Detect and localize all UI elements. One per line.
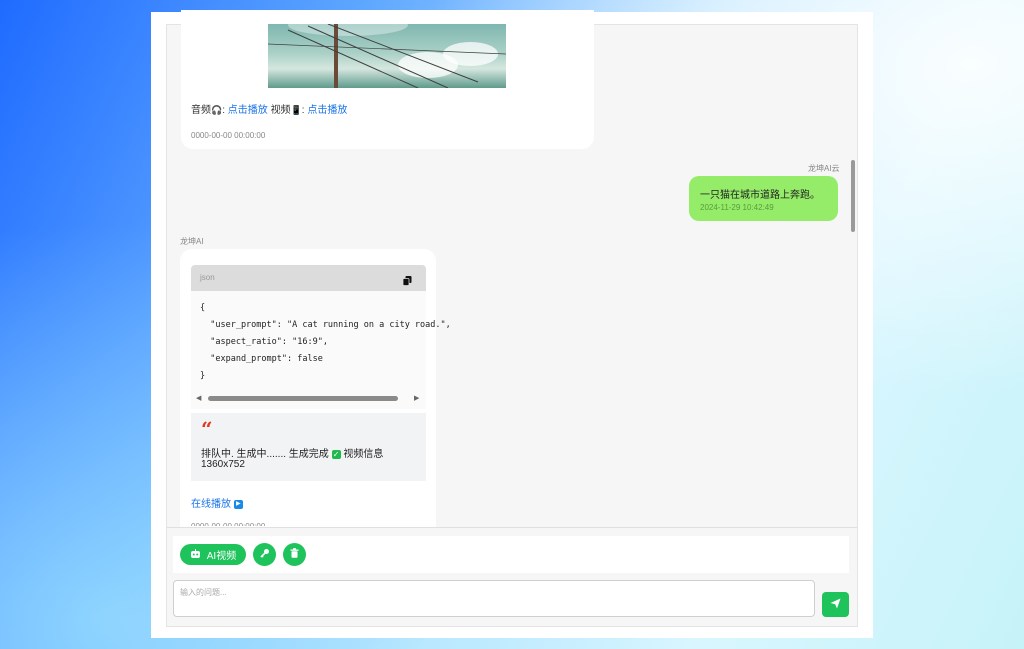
headphones-icon: 🎧 <box>211 105 223 115</box>
key-icon <box>259 548 270 561</box>
send-icon <box>830 597 841 612</box>
code-block <box>191 291 426 409</box>
phone-icon: 📱 <box>290 105 302 115</box>
code-scroll-thumb[interactable] <box>208 396 398 401</box>
generation-status: 排队中. 生成中....... 生成完成 ✓ 视频信息 <box>201 449 384 460</box>
chat-scrollbar[interactable] <box>851 160 855 232</box>
question-input[interactable] <box>173 580 815 617</box>
trash-icon <box>290 548 299 561</box>
quote-icon: “ <box>201 417 213 441</box>
audio-play-link[interactable]: 点击播放 <box>228 105 268 116</box>
code-language: json <box>200 273 215 282</box>
power-lines <box>268 24 506 88</box>
code-line: "expand_prompt": false <box>200 354 323 364</box>
check-icon: ✓ <box>331 449 341 459</box>
code-line: "aspect_ratio": "16:9", <box>200 337 328 347</box>
copy-icon[interactable] <box>402 273 412 286</box>
audio-label: 音频 <box>191 105 211 116</box>
online-play-link[interactable]: 在线播放 <box>191 499 231 510</box>
ai-video-label: AI视频 <box>206 551 237 562</box>
generated-image[interactable] <box>268 24 506 88</box>
send-button[interactable] <box>822 592 849 617</box>
code-block-header <box>191 265 426 291</box>
delete-button[interactable] <box>283 543 306 566</box>
key-button[interactable] <box>253 543 276 566</box>
ai-video-button[interactable]: AI视频 <box>180 544 246 565</box>
user-message-text: 一只猫在城市道路上奔跑。 <box>700 190 820 201</box>
video-info-label: 视频信息 <box>343 449 384 460</box>
message-timestamp: 0000-00-00 00:00:00 <box>191 131 266 140</box>
robot-icon <box>190 548 201 561</box>
play-icon[interactable]: ▶ <box>233 499 243 509</box>
online-play-row: 在线播放 ▶ <box>191 495 243 510</box>
video-play-link[interactable]: 点击播放 <box>307 105 347 116</box>
video-resolution: 1360x752 <box>201 459 245 470</box>
code-line: "user_prompt": "A cat running on a city … <box>200 320 451 330</box>
scroll-right-icon[interactable]: ▶ <box>414 394 419 402</box>
media-links: 音频🎧: 点击播放 视频📱: 点击播放 <box>191 105 348 116</box>
user-message-timestamp: 2024-11-29 10:42:49 <box>700 203 774 212</box>
code-line: } <box>200 371 206 381</box>
bot-name: 龙坤AI <box>180 237 204 246</box>
code-line: { <box>200 303 206 313</box>
video-label: 视频 <box>270 105 291 116</box>
bot-message-timestamp: 0000-00-00 00:00:00 <box>191 522 265 526</box>
user-name: 龙坤AI云 <box>808 164 840 173</box>
scroll-left-icon[interactable]: ◀ <box>196 394 201 402</box>
